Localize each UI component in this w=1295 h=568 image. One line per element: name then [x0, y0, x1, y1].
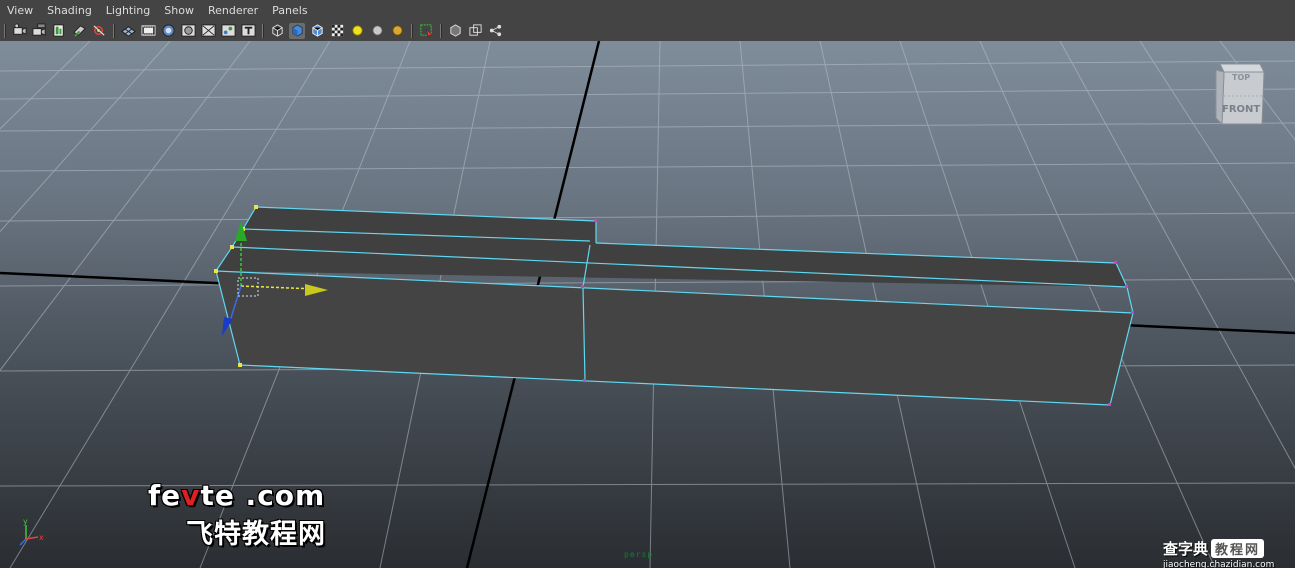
field-chart-icon[interactable] [200, 23, 216, 39]
watermark-chinese: 飞特教程网 [186, 519, 326, 550]
watermark-url: jiaocheng.chazidian.com [1163, 560, 1275, 568]
wireframe-icon[interactable] [269, 23, 285, 39]
menu-view[interactable]: View [0, 4, 40, 17]
grid-icon[interactable] [120, 23, 136, 39]
wireframe-on-shaded-icon[interactable] [309, 23, 325, 39]
menu-lighting[interactable]: Lighting [99, 4, 157, 17]
camera-attributes-icon[interactable] [31, 23, 47, 39]
watermark-site-tag: 教程网 [1211, 539, 1265, 558]
watermark-brand-post: te .com [200, 479, 326, 512]
gate-mask-icon[interactable] [180, 23, 196, 39]
safe-action-icon[interactable] [220, 23, 236, 39]
toolbar-divider [262, 23, 263, 38]
watermark-site: 查字典 教程网 jiaocheng.chazidian.com [1163, 538, 1291, 568]
toolbar-divider [411, 23, 412, 38]
isolate-select-icon[interactable] [447, 23, 463, 39]
use-all-lights-icon[interactable] [349, 23, 365, 39]
viewcube-top-label: TOP [1232, 73, 1250, 82]
menu-shading[interactable]: Shading [40, 4, 99, 17]
view-cube[interactable]: TOP FRONT [1210, 62, 1266, 128]
perspective-viewport[interactable]: TOP FRONT persp y x fevte .com 飞特教程网 查字典… [0, 41, 1295, 568]
polygon-mesh [214, 205, 1134, 406]
resolution-gate-icon[interactable] [160, 23, 176, 39]
axis-x-label: x [39, 533, 44, 542]
menu-panels[interactable]: Panels [265, 4, 314, 17]
camera-icon[interactable] [11, 23, 27, 39]
bookmark-icon[interactable] [51, 23, 67, 39]
watermark-brand-pre: fe [148, 479, 182, 512]
textured-icon[interactable] [329, 23, 345, 39]
menu-show[interactable]: Show [157, 4, 201, 17]
axis-indicator: y x [14, 517, 54, 549]
mesh-top-face [216, 207, 1127, 287]
smooth-shade-icon[interactable] [289, 22, 305, 39]
axis-y-label: y [23, 517, 28, 526]
component-xray-icon[interactable] [487, 23, 503, 39]
safe-title-icon[interactable] [240, 23, 256, 39]
panel-menu-bar: View Shading Lighting Show Renderer Pane… [0, 0, 1295, 20]
toolbar-divider [440, 23, 441, 38]
toolbar-divider [4, 23, 5, 38]
two-d-pan-zoom-icon[interactable] [91, 23, 107, 39]
watermark-site-name: 查字典 [1163, 540, 1209, 558]
image-plane-icon[interactable] [71, 23, 87, 39]
select-camera-icon[interactable] [418, 23, 434, 39]
occlusion-icon[interactable] [389, 23, 405, 39]
toolbar-divider [113, 23, 114, 38]
watermark-brand: fevte .com [148, 479, 325, 512]
film-gate-icon[interactable] [140, 23, 156, 39]
xray-icon[interactable] [467, 23, 483, 39]
menu-renderer[interactable]: Renderer [201, 4, 265, 17]
watermark-brand-v: v [181, 479, 201, 512]
panel-toolbar [0, 20, 1295, 42]
shadows-icon[interactable] [369, 23, 385, 39]
viewcube-front-label: FRONT [1222, 104, 1260, 115]
camera-name-label: persp [624, 550, 654, 559]
